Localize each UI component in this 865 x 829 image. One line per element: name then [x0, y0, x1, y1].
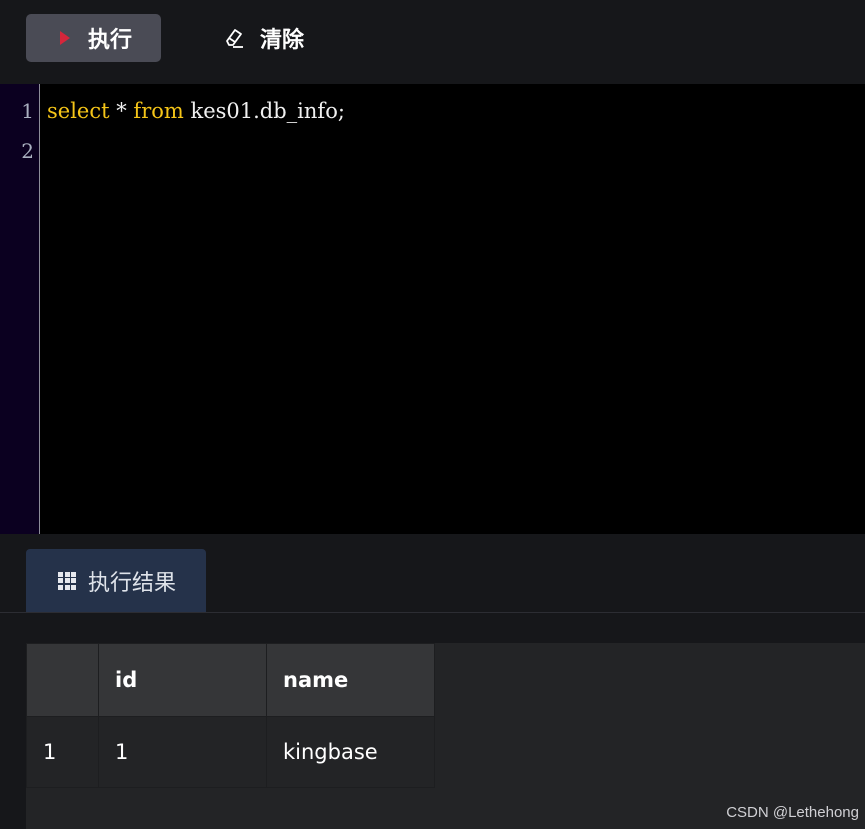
play-icon: [60, 31, 70, 45]
name-cell[interactable]: kingbase: [266, 716, 435, 788]
result-tab-bar: 执行结果: [0, 534, 865, 613]
toolbar: 执行 清除: [0, 0, 865, 84]
line-number-gutter: 1 2: [0, 84, 40, 534]
results-area: id name 1 1 kingbase CSDN @Lethehong: [0, 613, 865, 829]
plain-token: *: [109, 99, 134, 123]
table-row: 1 1 kingbase: [26, 716, 435, 788]
plain-token: kes01.db_info;: [183, 99, 345, 123]
sql-editor[interactable]: 1 2 select * from kes01.db_info;: [0, 84, 865, 534]
clear-button-label: 清除: [260, 28, 305, 53]
run-button[interactable]: 执行: [26, 14, 161, 62]
column-header-id[interactable]: id: [98, 643, 267, 717]
clear-button[interactable]: 清除: [210, 14, 325, 62]
watermark: CSDN @Lethehong: [726, 804, 859, 821]
keyword-token: select: [47, 99, 110, 123]
eraser-icon: [222, 26, 246, 50]
line-number: 2: [21, 139, 34, 163]
tab-label: 执行结果: [88, 570, 177, 596]
results-panel: id name 1 1 kingbase: [26, 643, 865, 829]
column-header-index: [26, 643, 99, 717]
id-cell[interactable]: 1: [98, 716, 267, 788]
table-header-row: id name: [26, 643, 435, 717]
tab-execution-results[interactable]: 执行结果: [26, 549, 206, 612]
grid-icon: [58, 571, 76, 590]
line-number: 1: [21, 99, 34, 123]
keyword-token: from: [133, 99, 184, 123]
results-table: id name 1 1 kingbase: [26, 643, 435, 788]
run-button-label: 执行: [88, 28, 133, 53]
code-line[interactable]: select * from kes01.db_info;: [47, 91, 345, 131]
column-header-name[interactable]: name: [266, 643, 435, 717]
row-index-cell: 1: [26, 716, 99, 788]
sql-console: 执行 清除 1 2 select * from kes01.db_info; 执…: [0, 0, 865, 829]
